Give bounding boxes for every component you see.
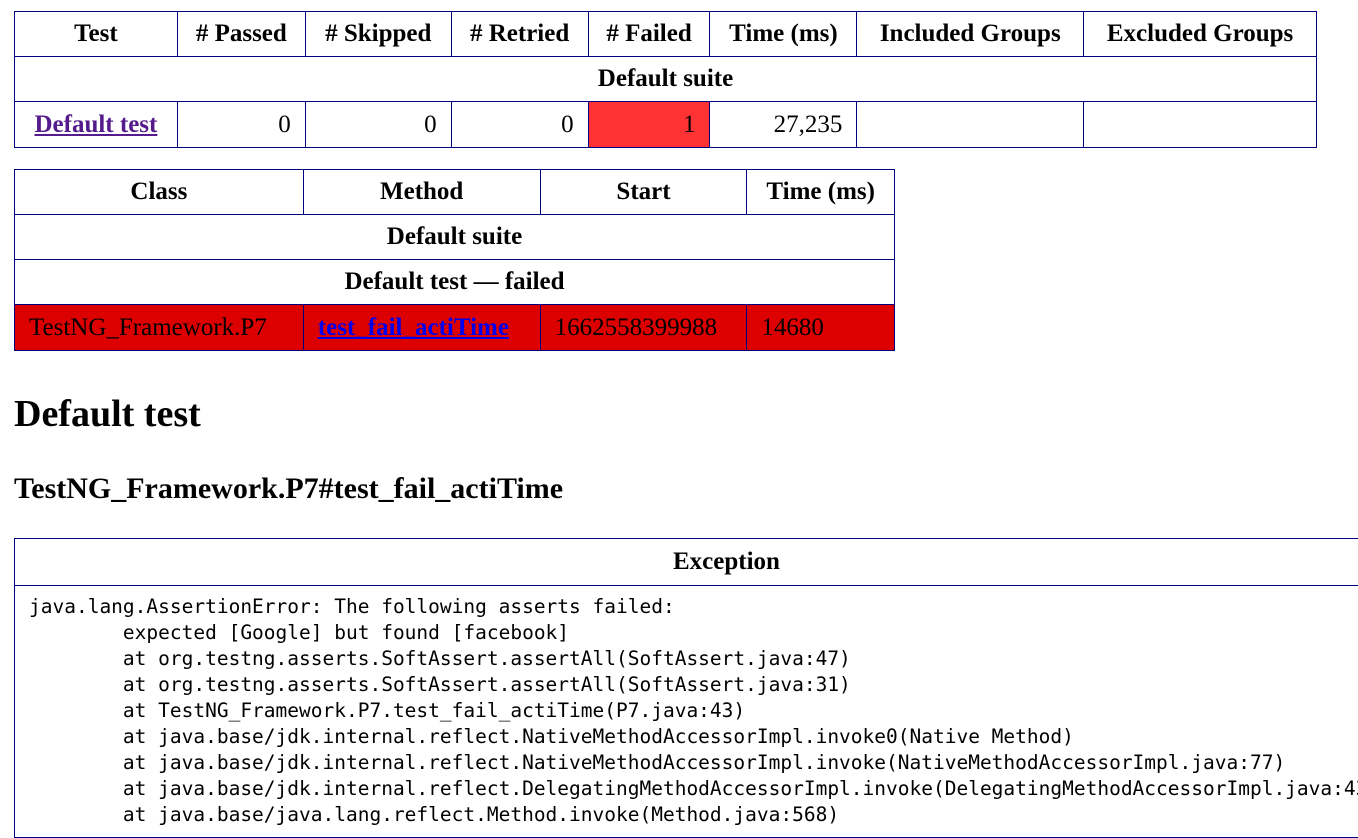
methods-header-class: Class [14, 169, 304, 215]
stacktrace-line: at java.base/jdk.internal.reflect.Delega… [29, 777, 1358, 800]
exception-title: Exception [15, 539, 1358, 586]
method-time: 14680 [746, 304, 895, 351]
summary-suite-row: Default suite [14, 56, 1317, 102]
method-link[interactable]: test_fail_actiTime [318, 314, 509, 341]
summary-header-row: Test # Passed # Skipped # Retried # Fail… [14, 11, 1317, 57]
exception-stacktrace: java.lang.AssertionError: The following … [15, 586, 1358, 836]
stacktrace-line: at java.base/jdk.internal.reflect.Native… [29, 725, 1074, 748]
summary-suite-name: Default suite [14, 56, 1317, 102]
stacktrace-line: at TestNG_Framework.P7.test_fail_actiTim… [29, 699, 746, 722]
test-heading: Default test [14, 393, 201, 435]
default-test-link[interactable]: Default test [34, 111, 157, 138]
method-start: 1662558399988 [539, 304, 748, 351]
methods-suite-name: Default suite [14, 214, 895, 260]
summary-excluded-groups [1083, 101, 1317, 148]
stacktrace-line: at java.base/java.lang.reflect.Method.in… [29, 803, 840, 826]
summary-header-excluded-groups: Excluded Groups [1083, 11, 1317, 57]
stacktrace-line: at org.testng.asserts.SoftAssert.assertA… [29, 673, 851, 696]
summary-retried-count: 0 [450, 101, 589, 148]
summary-included-groups [856, 101, 1085, 148]
summary-header-test: Test [14, 11, 178, 57]
summary-header-retried: # Retried [450, 11, 589, 57]
summary-header-failed: # Failed [587, 11, 711, 57]
methods-header-time: Time (ms) [746, 169, 895, 215]
summary-table: Test # Passed # Skipped # Retried # Fail… [14, 11, 1317, 148]
summary-header-time: Time (ms) [709, 11, 858, 57]
methods-suite-row: Default suite [14, 214, 895, 260]
methods-header-start: Start [539, 169, 748, 215]
summary-header-passed: # Passed [176, 11, 306, 57]
method-heading: TestNG_Framework.P7#test_fail_actiTime [14, 472, 564, 505]
summary-skipped-count: 0 [304, 101, 452, 148]
stacktrace-line: at org.testng.asserts.SoftAssert.assertA… [29, 647, 851, 670]
methods-header-row: Class Method Start Time (ms) [14, 169, 895, 215]
summary-time: 27,235 [709, 101, 858, 148]
methods-header-method: Method [302, 169, 541, 215]
table-row: TestNG_Framework.P7 test_fail_actiTime 1… [14, 304, 895, 351]
methods-group-label: Default test — failed [14, 259, 895, 305]
stacktrace-line: at java.base/jdk.internal.reflect.Native… [29, 751, 1286, 774]
method-name-cell: test_fail_actiTime [302, 304, 541, 351]
table-row: Default test 0 0 0 1 27,235 [14, 101, 1317, 148]
methods-group-row: Default test — failed [14, 259, 895, 305]
summary-header-included-groups: Included Groups [856, 11, 1085, 57]
methods-table: Class Method Start Time (ms) Default sui… [14, 169, 895, 351]
summary-failed-count: 1 [587, 101, 711, 148]
stacktrace-line: expected [Google] but found [facebook] [29, 621, 570, 644]
summary-test-cell: Default test [14, 101, 178, 148]
summary-header-skipped: # Skipped [304, 11, 452, 57]
method-class: TestNG_Framework.P7 [14, 304, 304, 351]
stacktrace-line: java.lang.AssertionError: The following … [29, 595, 675, 618]
exception-panel: Exception java.lang.AssertionError: The … [14, 538, 1358, 838]
summary-passed-count: 0 [176, 101, 306, 148]
